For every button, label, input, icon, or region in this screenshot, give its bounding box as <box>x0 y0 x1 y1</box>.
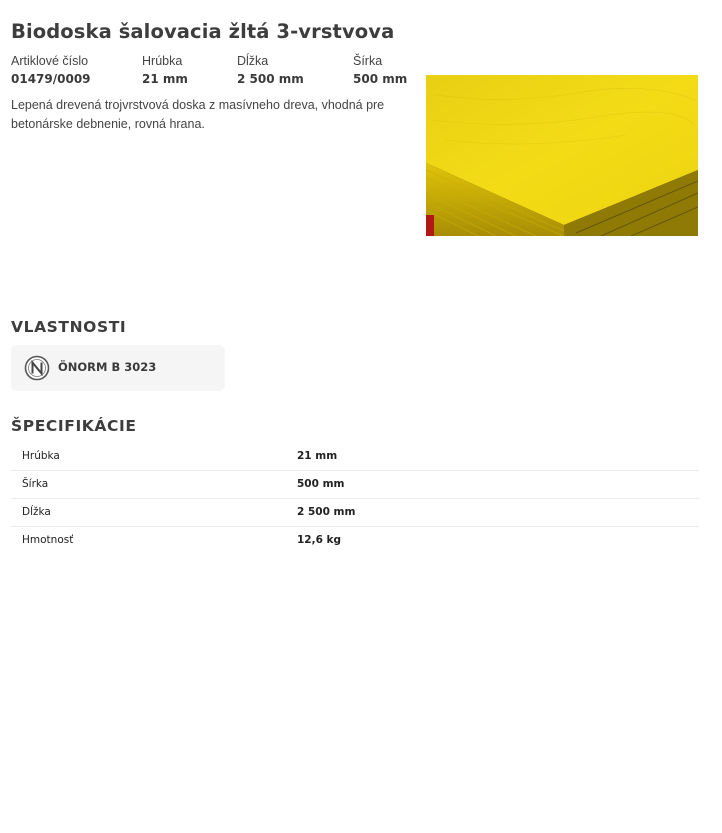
attribute-value: 01479/0009 <box>11 72 91 86</box>
attribute-article-number: Artiklové číslo 01479/0009 <box>11 53 91 88</box>
product-image <box>426 75 698 236</box>
property-card: ÖNORM B 3023 <box>11 345 225 391</box>
product-title: Biodoska šalovacia žltá 3-vrstvova <box>11 20 395 43</box>
attribute-value: 2 500 mm <box>237 72 304 86</box>
spec-value: 12,6 kg <box>297 534 342 546</box>
specs-title: ŠPECIFIKÁCIE <box>11 417 137 435</box>
spec-value: 500 mm <box>297 478 345 490</box>
spec-table: Hrúbka 21 mm Šírka 500 mm Dĺžka 2 500 mm… <box>11 443 699 555</box>
attribute-width: Šírka 500 mm <box>353 53 407 88</box>
attribute-label: Dĺžka <box>237 54 269 68</box>
product-description: Lepená drevená trojvrstvová doska z masí… <box>11 98 385 131</box>
product-attributes: Artiklové číslo 01479/0009 Hrúbka 21 mm … <box>11 53 411 89</box>
attribute-value: 500 mm <box>353 72 408 86</box>
spec-value: 2 500 mm <box>297 506 356 518</box>
spec-value: 21 mm <box>297 450 338 462</box>
table-row: Hrúbka 21 mm <box>11 443 699 471</box>
attribute-length: Dĺžka 2 500 mm <box>237 53 304 88</box>
table-row: Dĺžka 2 500 mm <box>11 499 699 527</box>
yellow-formwork-board-photo-icon <box>426 75 698 236</box>
attribute-thickness: Hrúbka 21 mm <box>142 53 188 88</box>
property-label: ÖNORM B 3023 <box>58 360 157 374</box>
table-row: Hmotnosť 12,6 kg <box>11 527 699 555</box>
spec-label: Šírka <box>22 478 49 490</box>
attribute-label: Artiklové číslo <box>11 54 89 68</box>
spec-label: Hrúbka <box>22 450 60 462</box>
attribute-value: 21 mm <box>142 72 188 86</box>
onorm-icon <box>24 355 50 381</box>
spec-label: Hmotnosť <box>22 534 74 546</box>
table-row: Šírka 500 mm <box>11 471 699 499</box>
attribute-label: Šírka <box>353 54 383 68</box>
spec-label: Dĺžka <box>22 506 51 518</box>
properties-title: VLASTNOSTI <box>11 318 127 336</box>
attribute-label: Hrúbka <box>142 54 183 68</box>
